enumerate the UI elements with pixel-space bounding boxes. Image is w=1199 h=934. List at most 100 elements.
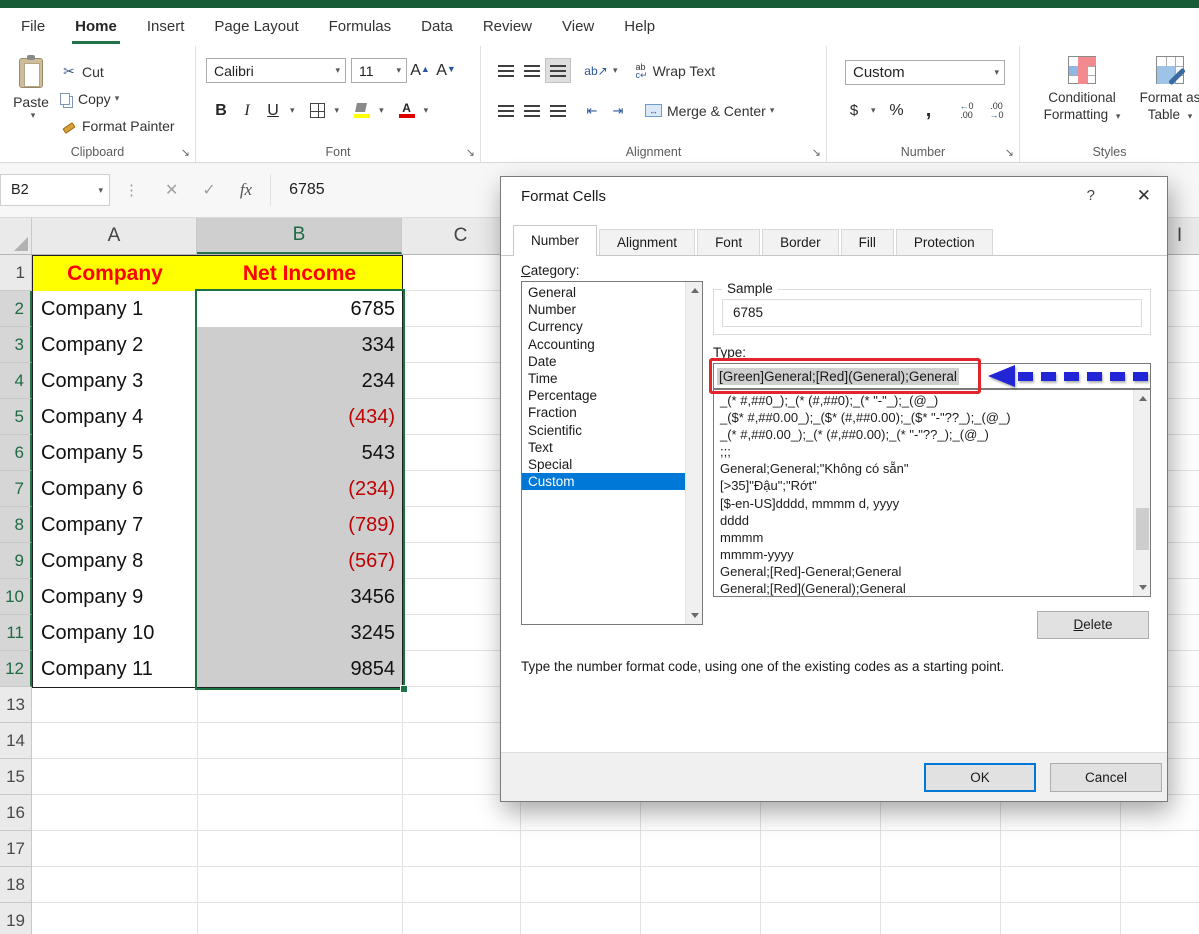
scroll-down-icon[interactable] (686, 607, 703, 624)
type-code-item-0[interactable]: _(* #,##0_);_(* (#,##0);_(* "-"_);_(@_) (714, 392, 1133, 409)
chevron-down-icon[interactable]: ▾ (379, 105, 384, 116)
underline-button[interactable]: U (260, 98, 286, 123)
format-painter-button[interactable]: Format Painter (60, 112, 175, 139)
column-header-b[interactable]: B (197, 218, 402, 254)
center-button[interactable] (519, 98, 545, 123)
scrollbar-thumb[interactable] (1136, 508, 1149, 550)
category-item-time[interactable]: Time (522, 370, 685, 387)
type-code-item-10[interactable]: General;[Red]-General;General (714, 563, 1133, 580)
scroll-down-icon[interactable] (1134, 579, 1151, 596)
category-item-custom[interactable]: Custom (522, 473, 685, 490)
ribbon-tab-review[interactable]: Review (468, 8, 547, 46)
row-header-17[interactable]: 17 (0, 831, 32, 867)
align-left-button[interactable] (493, 98, 519, 123)
cell-a2[interactable]: Company 1 (32, 291, 198, 328)
cell-a3[interactable]: Company 2 (32, 327, 198, 364)
copy-button[interactable]: Copy ▾ (60, 85, 175, 112)
italic-button[interactable]: I (234, 98, 260, 123)
column-header-a[interactable]: A (32, 218, 197, 254)
type-code-item-6[interactable]: [$-en-US]dddd, mmmm d, yyyy (714, 495, 1133, 512)
conditional-formatting-button[interactable]: ConditionalFormatting ▾ (1038, 48, 1126, 144)
row-header-10[interactable]: 10 (0, 579, 32, 615)
category-item-number[interactable]: Number (522, 301, 685, 318)
type-scrollbar[interactable] (1133, 390, 1150, 596)
cut-button[interactable]: ✂ Cut (60, 58, 175, 85)
bold-button[interactable]: B (208, 98, 234, 123)
cell-b5[interactable]: (434) (197, 399, 403, 436)
row-header-16[interactable]: 16 (0, 795, 32, 831)
cell-b6[interactable]: 543 (197, 435, 403, 472)
cell-a9[interactable]: Company 8 (32, 543, 198, 580)
increase-decimal-button[interactable]: ←0.00 (954, 98, 980, 123)
row-header-19[interactable]: 19 (0, 903, 32, 934)
font-name-select[interactable]: Calibri ▾ (206, 58, 346, 83)
type-code-item-11[interactable]: General;[Red](General);General (714, 580, 1133, 596)
row-header-6[interactable]: 6 (0, 435, 32, 471)
top-align-button[interactable] (493, 58, 519, 83)
select-all-corner[interactable] (0, 218, 32, 254)
align-right-button[interactable] (545, 98, 571, 123)
category-item-special[interactable]: Special (522, 456, 685, 473)
cell-a1-company-header[interactable]: Company (32, 255, 198, 292)
type-code-item-7[interactable]: dddd (714, 512, 1133, 529)
name-box[interactable]: B2 ▾ (0, 174, 110, 206)
delete-button[interactable]: Delete (1037, 611, 1149, 639)
cell-a7[interactable]: Company 6 (32, 471, 198, 508)
category-item-currency[interactable]: Currency (522, 318, 685, 335)
decrease-font-size-button[interactable]: A▼ (433, 58, 459, 83)
category-item-percentage[interactable]: Percentage (522, 387, 685, 404)
chevron-down-icon[interactable]: ▾ (424, 105, 429, 116)
chevron-down-icon[interactable]: ▾ (871, 105, 876, 116)
type-input[interactable]: [Green]General;[Red](General);General (713, 363, 1151, 389)
dialog-tab-border[interactable]: Border (762, 229, 839, 255)
font-dialog-launcher-icon[interactable]: ↘ (466, 146, 475, 159)
cell-a5[interactable]: Company 4 (32, 399, 198, 436)
decrease-indent-button[interactable]: ⇤ (579, 98, 605, 123)
scroll-up-icon[interactable] (686, 282, 703, 299)
type-code-item-5[interactable]: [>35]"Đậu";"Rớt" (714, 477, 1133, 494)
category-scrollbar[interactable] (685, 282, 702, 624)
accounting-format-button[interactable]: $ (841, 98, 867, 123)
row-header-9[interactable]: 9 (0, 543, 32, 579)
percent-style-button[interactable]: % (884, 98, 910, 123)
ribbon-tab-file[interactable]: File (6, 8, 60, 46)
insert-function-icon[interactable]: fx (240, 180, 252, 200)
type-code-item-8[interactable]: mmmm (714, 529, 1133, 546)
cell-a4[interactable]: Company 3 (32, 363, 198, 400)
cell-b1-net-income-header[interactable]: Net Income (197, 255, 403, 292)
font-size-select[interactable]: 11 ▾ (351, 58, 407, 83)
row-header-2[interactable]: 2 (0, 291, 32, 327)
borders-button[interactable] (305, 98, 331, 123)
row-header-5[interactable]: 5 (0, 399, 32, 435)
row-header-8[interactable]: 8 (0, 507, 32, 543)
category-item-text[interactable]: Text (522, 439, 685, 456)
row-header-11[interactable]: 11 (0, 615, 32, 651)
comma-style-button[interactable]: , (916, 98, 942, 123)
ok-button[interactable]: OK (924, 763, 1036, 792)
number-dialog-launcher-icon[interactable]: ↘ (1005, 146, 1014, 159)
format-as-table-button[interactable]: Format asTable ▾ (1126, 48, 1199, 144)
alignment-dialog-launcher-icon[interactable]: ↘ (812, 146, 821, 159)
row-header-12[interactable]: 12 (0, 651, 32, 687)
row-header-13[interactable]: 13 (0, 687, 32, 723)
cell-b3[interactable]: 334 (197, 327, 403, 364)
cancel-entry-icon[interactable]: ✕ (165, 180, 178, 200)
bottom-align-button[interactable] (545, 58, 571, 83)
category-item-fraction[interactable]: Fraction (522, 404, 685, 421)
ribbon-tab-insert[interactable]: Insert (132, 8, 200, 46)
clipboard-dialog-launcher-icon[interactable]: ↘ (181, 146, 190, 159)
enter-entry-icon[interactable]: ✓ (202, 180, 215, 200)
middle-align-button[interactable] (519, 58, 545, 83)
dialog-tab-protection[interactable]: Protection (896, 229, 993, 255)
cell-b11[interactable]: 3245 (197, 615, 403, 652)
type-code-item-4[interactable]: General;General;"Không có sẵn" (714, 460, 1133, 477)
cell-b2[interactable]: 6785 (197, 291, 403, 328)
category-item-general[interactable]: General (522, 284, 685, 301)
type-code-item-1[interactable]: _($* #,##0.00_);_($* (#,##0.00);_($* "-"… (714, 409, 1133, 426)
type-code-item-3[interactable]: ;;; (714, 443, 1133, 460)
merge-center-button[interactable]: ↔ Merge & Center ▾ (645, 103, 774, 119)
row-header-1[interactable]: 1 (0, 255, 32, 291)
cell-a12[interactable]: Company 11 (32, 651, 198, 688)
row-header-4[interactable]: 4 (0, 363, 32, 399)
paste-button[interactable]: Paste ▾ (8, 56, 54, 148)
